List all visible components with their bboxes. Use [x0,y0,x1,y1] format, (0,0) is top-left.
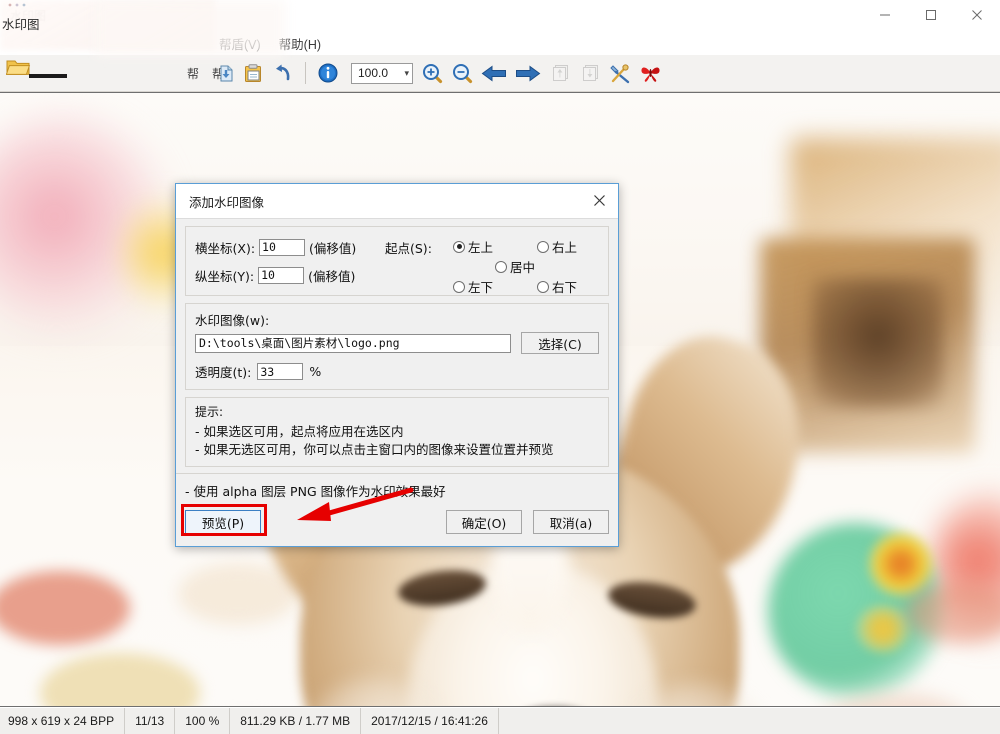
opacity-label: 透明度(t): [195,365,252,380]
dialog-footer: 预览(P) 确定(O) 取消(a) [176,487,618,546]
origin-option-label: 居中 [510,260,536,275]
hints-group: 提示: - 如果选区可用，起点将应用在选区内 - 如果无选区可用，你可以点击主窗… [185,397,609,467]
y-coordinate-input[interactable] [258,266,305,284]
y-coordinate-suffix: (偏移值) [308,268,356,284]
toolbar-glyph-1: 帮 [186,66,199,81]
ok-button[interactable]: 确定(O) [446,510,522,534]
hints-title: 提示: [195,405,224,419]
origin-option-bottom-left[interactable]: 左下 [453,277,493,296]
status-timestamp: 2017/12/15 / 16:41:26 [361,708,499,734]
footer-right-buttons: 确定(O) 取消(a) [446,510,609,534]
arrow-right-icon[interactable] [512,59,544,87]
dialog-title: 添加水印图像 [189,194,265,210]
position-group: 横坐标(X): (偏移值) 纵坐标(Y): (偏移值) 起点(S): 左上 [185,226,609,296]
hint-line-2: - 如果无选区可用，你可以点击主窗口内的图像来设置位置并预览 [195,442,554,457]
menu-item-view[interactable]: 帮盾(V) [210,32,270,55]
close-icon[interactable] [954,0,1000,30]
origin-option-label: 左上 [468,240,494,255]
radio-icon [537,280,549,293]
arrow-left-icon[interactable] [478,59,510,87]
toolbar: 帮 帮 100.0 ▾ [0,55,1000,92]
alpha-png-note: - 使用 alpha 图层 PNG 图像作为水印效果最好 [185,484,446,499]
magnifier-plus-icon[interactable] [418,59,446,87]
radio-icon [453,240,465,253]
status-dimensions: 998 x 619 x 24 BPP [0,708,126,734]
status-image-index: 11/13 [125,708,176,734]
magnifier-minus-icon[interactable] [448,59,476,87]
zoom-level-combobox[interactable]: 100.0 ▾ [351,62,413,84]
origin-option-label: 右下 [552,280,578,295]
origin-option-bottom-right[interactable]: 右下 [537,277,577,296]
x-coordinate-input[interactable] [259,238,306,256]
dialog-close-icon[interactable] [586,188,612,212]
zoom-level-value: 100.0 [358,66,389,80]
status-zoom: 100 % [175,708,231,734]
opacity-input[interactable] [257,363,304,380]
preview-button[interactable]: 预览(P) [185,510,261,534]
watermark-image-label: 水印图像(w): [195,313,270,328]
dialog-body: 横坐标(X): (偏移值) 纵坐标(Y): (偏移值) 起点(S): 左上 [176,226,618,546]
watermark-image-group: 水印图像(w): 选择(C) 透明度(t): % [185,303,609,390]
document-export-icon[interactable]: 帮 [209,59,237,87]
x-coordinate-row: 横坐标(X): (偏移值) [195,235,385,259]
menu-item-help[interactable]: 帮助(H) [270,32,330,55]
radio-icon [495,260,507,273]
decorative-dots-icon [8,3,26,7]
photo-yellow-flower-toy-2 [856,605,910,653]
red-butterfly-icon[interactable] [636,59,664,87]
chevron-down-icon: ▾ [404,67,409,78]
origin-option-top-right[interactable]: 右上 [537,237,577,256]
window-title-bar: 水印图 [0,0,1000,31]
x-coordinate-suffix: (偏移值) [309,240,357,256]
stack-down-icon[interactable] [576,59,604,87]
y-coordinate-row: 纵坐标(Y): (偏移值) [195,263,385,287]
info-circle-icon[interactable] [314,59,342,87]
photo-dark-opening-blur [812,278,944,408]
text-glyph-icon[interactable]: 帮 [179,59,207,87]
add-watermark-dialog: 添加水印图像 横坐标(X): (偏移值) 纵坐标(Y): [175,183,619,547]
radio-icon [537,240,549,253]
status-bar: 998 x 619 x 24 BPP 11/13 100 % 811.29 KB… [0,707,1000,734]
origin-option-top-left[interactable]: 左上 [453,237,493,256]
x-coordinate-label: 横坐标(X): [195,240,256,256]
origin-option-label: 左下 [468,280,494,295]
opacity-unit: % [309,364,322,379]
origin-column: 起点(S): 左上 右上 居中 左下 右下 [385,235,608,295]
radio-icon [453,280,465,293]
undo-arrow-icon[interactable] [269,59,297,87]
minimize-icon[interactable] [862,0,908,30]
clipboard-icon[interactable] [239,59,267,87]
y-coordinate-label: 纵坐标(Y): [195,268,255,284]
wrench-screwdriver-icon[interactable] [606,59,634,87]
blanket-dot [178,563,298,625]
maximize-icon[interactable] [908,0,954,30]
choose-file-button[interactable]: 选择(C) [521,332,599,354]
window-controls [862,0,1000,30]
menu-bar: 帮盾(V) 帮助(H) [0,31,1000,55]
dialog-title-bar: 添加水印图像 [176,184,618,219]
hint-line-1: - 如果选区可用，起点将应用在选区内 [195,424,404,439]
watermark-path-input[interactable] [195,333,511,353]
toolbar-separator [305,62,306,84]
cancel-button[interactable]: 取消(a) [533,510,609,534]
obscured-window-label: 水印图 [2,17,40,32]
stack-up-icon[interactable] [546,59,574,87]
path-row: 选择(C) [195,332,599,354]
photo-yellow-flower-toy [868,531,934,597]
coordinates-column: 横坐标(X): (偏移值) 纵坐标(Y): (偏移值) [186,235,385,287]
obscured-bar [29,74,67,78]
origin-label: 起点(S): [385,241,432,256]
origin-option-label: 右上 [552,240,578,255]
alpha-note-region: - 使用 alpha 图层 PNG 图像作为水印效果最好 [176,473,618,506]
opacity-row: 透明度(t): % [195,362,599,381]
status-filesize: 811.29 KB / 1.77 MB [230,708,362,734]
origin-option-center[interactable]: 居中 [495,257,535,276]
